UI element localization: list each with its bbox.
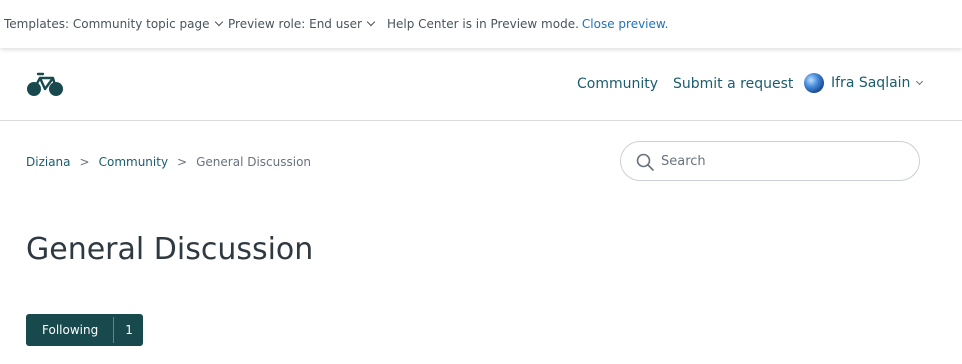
- preview-bar: Templates: Community topic page Preview …: [0, 0, 962, 48]
- follow-button-label: Following: [42, 323, 99, 337]
- user-menu[interactable]: Ifra Saqlain: [804, 73, 924, 93]
- page-title: General Discussion: [26, 232, 314, 267]
- breadcrumb-item-community[interactable]: Community: [99, 155, 168, 169]
- user-name: Ifra Saqlain: [831, 75, 911, 91]
- search-input[interactable]: [661, 151, 906, 171]
- avatar: [804, 73, 824, 93]
- breadcrumb-separator: >: [79, 155, 90, 169]
- nav-submit-request-link[interactable]: Submit a request: [673, 76, 793, 92]
- preview-mode-notice: Help Center is in Preview mode. Close pr…: [387, 17, 668, 31]
- search-icon: [636, 153, 654, 171]
- template-dropdown[interactable]: Templates: Community topic page: [4, 17, 223, 31]
- follower-count: 1: [125, 323, 133, 337]
- bicycle-icon: [27, 72, 63, 96]
- follow-button[interactable]: Following 1: [26, 314, 143, 346]
- template-dropdown-label: Templates: Community topic page: [4, 17, 210, 31]
- close-preview-link[interactable]: Close preview.: [582, 17, 669, 31]
- nav-community-link[interactable]: Community: [577, 76, 658, 92]
- site-header: Community Submit a request Ifra Saqlain: [0, 48, 962, 121]
- search-box: [620, 141, 920, 181]
- breadcrumb-separator: >: [177, 155, 188, 169]
- preview-role-dropdown[interactable]: Preview role: End user: [228, 17, 376, 31]
- breadcrumb-item-diziana[interactable]: Diziana: [26, 155, 71, 169]
- preview-mode-text: Help Center is in Preview mode.: [387, 17, 579, 31]
- breadcrumb-item-current: General Discussion: [196, 155, 312, 169]
- chevron-down-icon: [214, 17, 223, 27]
- breadcrumb: Diziana > Community > General Discussion: [26, 155, 311, 169]
- chevron-down-icon: [916, 77, 924, 86]
- chevron-down-icon: [366, 17, 376, 27]
- preview-role-label: Preview role: End user: [228, 17, 362, 31]
